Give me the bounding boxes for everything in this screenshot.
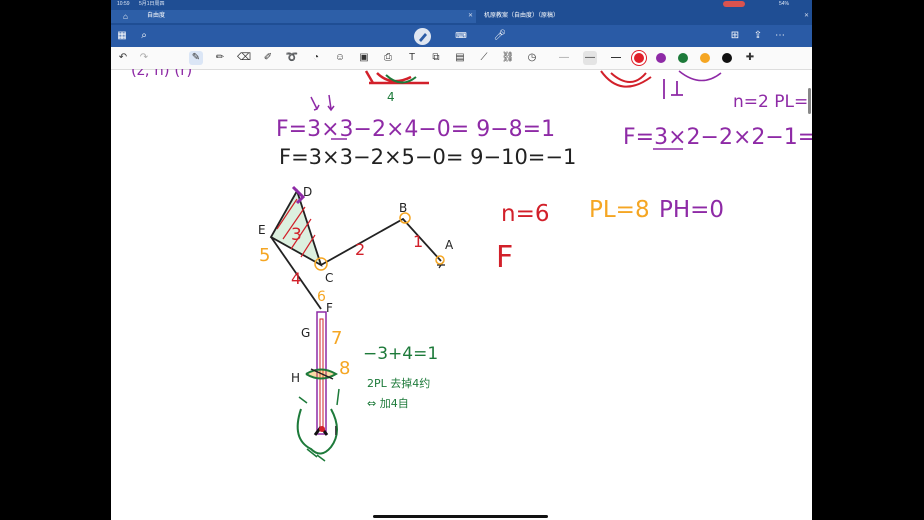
stroke-medium[interactable]: — <box>583 51 597 65</box>
formula-black: F=3×3−2×5−0= 9−10=−1 <box>279 145 576 169</box>
green-note-1: 2PL 去掉4约 <box>367 376 430 390</box>
formula-purple: F=3×3−2×4−0= 9−8=1 <box>276 117 555 142</box>
redo-icon[interactable]: ↷ <box>137 51 151 65</box>
link-number-1: 1 <box>413 232 423 251</box>
home-icon[interactable]: ⌂ <box>123 10 128 23</box>
pen-icon <box>419 33 427 42</box>
color-green[interactable] <box>678 53 688 63</box>
ruler-icon[interactable]: ⟋ <box>477 51 491 65</box>
close-icon[interactable]: ✕ <box>804 10 809 23</box>
top-scribble: 4 <box>364 70 429 104</box>
formula-right: F=3×2−2×2−1= 6−4 <box>623 125 812 150</box>
status-date: 5月1日周四 <box>139 1 165 7</box>
ph-label: PH=0 <box>659 197 724 223</box>
point-h: H <box>291 371 300 385</box>
tab-label: 机原教案（自由度）（原稿） <box>484 13 560 19</box>
pen-tool-icon[interactable]: ✎ <box>189 51 203 65</box>
stroke-thin[interactable]: — <box>557 51 571 65</box>
home-indicator[interactable] <box>373 515 548 518</box>
color-red[interactable] <box>634 53 644 63</box>
top-left-fragment: (z, n) (r) <box>131 69 192 79</box>
shapes-icon[interactable]: ◔ <box>309 51 323 65</box>
grid-icon[interactable]: ▦ <box>115 29 129 43</box>
green-note-2: ⇔ 加4自 <box>367 397 409 410</box>
status-battery: 54% <box>779 1 790 7</box>
app-header: ▦ ⌕ ⌨ 🎤︎ ⊞ ⇪ ⋯ <box>111 25 812 47</box>
text-icon[interactable]: T <box>405 51 419 65</box>
pen-mode-button[interactable] <box>414 28 431 45</box>
point-g: G <box>301 326 310 340</box>
add-page-icon[interactable]: ⊞ <box>728 29 742 43</box>
share-icon[interactable]: ⇪ <box>751 29 765 43</box>
timer-icon[interactable]: ◷ <box>525 51 539 65</box>
stroke-thick[interactable]: — <box>609 51 623 65</box>
tab-freedom[interactable]: ⌂ 自由度 ✕ <box>111 10 476 23</box>
linkage-diagram: A B C D E F G H I 1 2 3 4 5 6 7 8 <box>258 185 454 462</box>
point-i: I <box>334 424 338 438</box>
recording-indicator <box>723 1 745 7</box>
close-icon[interactable]: ✕ <box>468 10 473 23</box>
mic-icon[interactable]: 🎤︎ <box>493 29 507 43</box>
note-canvas[interactable]: (z, n) (r) 4 n=2 PL= F=3×3−2×4−0= 9−8=1 … <box>111 69 812 520</box>
tab-lecture-notes[interactable]: 机原教案（自由度）（原稿） ✕ <box>478 10 812 23</box>
pencil-icon[interactable]: ✏ <box>213 51 227 65</box>
point-a: A <box>445 238 454 252</box>
link-number-4: 4 <box>291 269 301 288</box>
tab-bar: ⌂ 自由度 ✕ 机原教案（自由度）（原稿） ✕ <box>111 8 812 25</box>
top-right-scribble <box>600 70 722 99</box>
more-icon[interactable]: ⋯ <box>773 29 787 43</box>
status-bar: 10:59 5月1日周四 54% <box>111 0 812 8</box>
sticker-icon[interactable]: ☺ <box>333 51 347 65</box>
ipad-screen: 10:59 5月1日周四 54% ⌂ 自由度 ✕ 机原教案（自由度）（原稿） ✕… <box>111 0 812 520</box>
top-right-fragment: n=2 PL= <box>733 92 808 112</box>
camera-icon[interactable]: ⎙ <box>381 51 395 65</box>
point-c: C <box>325 271 333 285</box>
undo-icon[interactable]: ↶ <box>116 51 130 65</box>
link-number-2: 2 <box>355 240 365 259</box>
pl-label: PL=8 <box>589 197 650 223</box>
scan-icon[interactable]: ⧉ <box>429 51 443 65</box>
link-icon[interactable]: ⛓ <box>501 51 515 65</box>
link-number-6: 6 <box>317 289 326 305</box>
drawing-toolbar: ↶ ↷ ✎ ✏ ⌫ ✐ ➰ ◔ ☺ ▣ ⎙ T ⧉ ▤ ⟋ ⛓ ◷ — — — … <box>111 47 812 70</box>
color-black[interactable] <box>722 53 732 63</box>
link-number-8: 8 <box>339 358 350 379</box>
color-purple[interactable] <box>656 53 666 63</box>
status-time: 10:59 <box>117 1 130 7</box>
link-number-7: 7 <box>331 328 342 349</box>
color-orange[interactable] <box>700 53 710 63</box>
svg-text:4: 4 <box>387 90 395 104</box>
link-number-3: 3 <box>291 225 302 245</box>
point-e: E <box>258 223 266 237</box>
point-d: D <box>303 185 312 199</box>
eraser-icon[interactable]: ⌫ <box>237 51 251 65</box>
gallery-icon[interactable]: ▤ <box>453 51 467 65</box>
equation-green: −3+4=1 <box>363 344 438 364</box>
f-label: F <box>496 240 513 275</box>
color-picker-icon[interactable]: ✚ <box>743 51 757 65</box>
search-icon[interactable]: ⌕ <box>137 29 151 43</box>
image-icon[interactable]: ▣ <box>357 51 371 65</box>
n-label: n=6 <box>501 201 549 227</box>
keyboard-icon[interactable]: ⌨ <box>454 29 468 43</box>
arrow-marks <box>310 94 335 112</box>
tab-label: 自由度 <box>147 13 166 19</box>
link-number-5: 5 <box>259 245 270 266</box>
scrollbar-thumb[interactable] <box>808 88 811 114</box>
highlighter-icon[interactable]: ✐ <box>261 51 275 65</box>
point-f: F <box>326 301 333 315</box>
lasso-icon[interactable]: ➰ <box>285 51 299 65</box>
